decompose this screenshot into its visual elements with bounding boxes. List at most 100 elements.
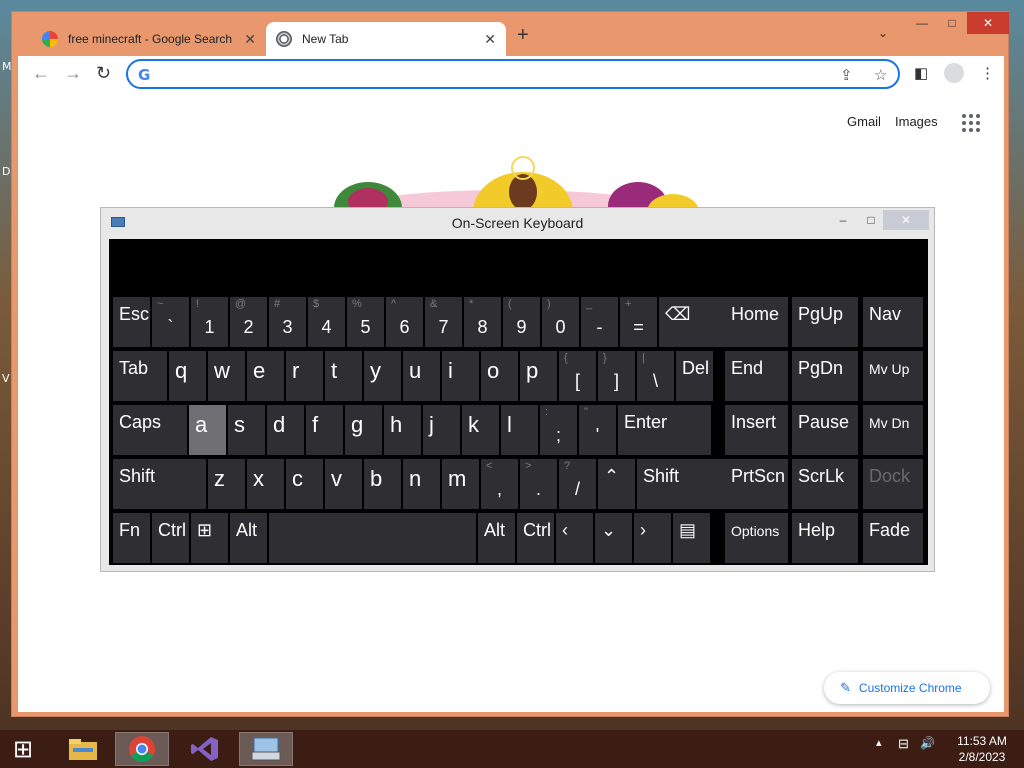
network-icon[interactable]: ⊟ [898, 736, 909, 752]
key-g[interactable]: g [345, 405, 382, 455]
key-home[interactable]: Home [725, 297, 788, 347]
on-screen-keyboard-icon[interactable] [239, 732, 293, 766]
chrome-menu-icon[interactable]: ⋮ [980, 64, 995, 82]
key-4[interactable]: $4 [308, 297, 345, 347]
key-pgdn[interactable]: PgDn [792, 351, 858, 401]
osk-title-bar[interactable]: On-Screen Keyboard – □ ✕ [101, 208, 934, 236]
google-apps-icon[interactable] [962, 114, 980, 132]
key-m[interactable]: m [442, 459, 479, 509]
key-61[interactable]: + = [620, 297, 657, 347]
images-link[interactable]: Images [895, 114, 938, 129]
key-3[interactable]: #3 [269, 297, 306, 347]
close-window-button[interactable]: ✕ [967, 12, 1009, 34]
key-5[interactable]: % 5 [347, 297, 384, 347]
key-end[interactable]: End [725, 351, 788, 401]
key-c[interactable]: c [286, 459, 323, 509]
show-hidden-icons-icon[interactable]: ▴ [876, 736, 882, 749]
key-q[interactable]: q [169, 351, 206, 401]
key-tab[interactable]: Tab [113, 351, 167, 401]
desktop-icon-label[interactable]: D [2, 165, 10, 178]
key-46[interactable]: >. [520, 459, 557, 509]
key-1[interactable]: ! 1 [191, 297, 228, 347]
key-ctrl[interactable]: Ctrl [517, 513, 554, 563]
clock[interactable]: 11:53 AM 2/8/2023 [940, 733, 1024, 765]
key-mv-dn[interactable]: Mv Dn [863, 405, 923, 455]
key-v[interactable]: v [325, 459, 362, 509]
key-39[interactable]: " ' [579, 405, 616, 455]
minimize-button[interactable]: — [907, 12, 937, 34]
key-j[interactable]: j [423, 405, 460, 455]
context-menu-key[interactable]: ▤ [673, 513, 710, 563]
gmail-link[interactable]: Gmail [847, 114, 881, 129]
key-45[interactable]: _ - [581, 297, 618, 347]
key-z[interactable]: z [208, 459, 245, 509]
spacebar-key[interactable] [269, 513, 476, 563]
key-6[interactable]: ^ 6 [386, 297, 423, 347]
right-arrow-key[interactable]: › [634, 513, 671, 563]
key-59[interactable]: :; [540, 405, 577, 455]
key-y[interactable]: y [364, 351, 401, 401]
key-pgup[interactable]: PgUp [792, 297, 858, 347]
key-del[interactable]: Del [676, 351, 713, 401]
key-d[interactable]: d [267, 405, 304, 455]
key-nav[interactable]: Nav [863, 297, 923, 347]
start-button[interactable]: ⊞ [0, 732, 46, 766]
key-9[interactable]: (9 [503, 297, 540, 347]
up-arrow-key[interactable]: ⌃ [598, 459, 635, 509]
key-n[interactable]: n [403, 459, 440, 509]
key-prtscn[interactable]: PrtScn [725, 459, 788, 509]
desktop-icon-label[interactable]: V [2, 372, 10, 385]
key-p[interactable]: p [520, 351, 557, 401]
key-alt[interactable]: Alt [478, 513, 515, 563]
osk-minimize-button[interactable]: – [833, 210, 853, 230]
key-92[interactable]: | \ [637, 351, 674, 401]
back-button[interactable]: ← [32, 64, 50, 82]
key-fn[interactable]: Fn [113, 513, 150, 563]
key-f[interactable]: f [306, 405, 343, 455]
profile-avatar-icon[interactable] [944, 63, 964, 83]
key-x[interactable]: x [247, 459, 284, 509]
key-fade[interactable]: Fade [863, 513, 923, 563]
key-b[interactable]: b [364, 459, 401, 509]
key-ctrl[interactable]: Ctrl [152, 513, 189, 563]
key-pause[interactable]: Pause [792, 405, 858, 455]
key-44[interactable]: <, [481, 459, 518, 509]
tab-search-button[interactable]: ⌄ [878, 26, 888, 40]
close-tab-icon[interactable]: ✕ [484, 31, 496, 48]
key-e[interactable]: e [247, 351, 284, 401]
key-i[interactable]: i [442, 351, 479, 401]
key-47[interactable]: ? / [559, 459, 596, 509]
key-shift[interactable]: Shift [637, 459, 730, 509]
key-91[interactable]: {[ [559, 351, 596, 401]
key-shift[interactable]: Shift [113, 459, 206, 509]
key-k[interactable]: k [462, 405, 499, 455]
key-96[interactable]: ~ ` [152, 297, 189, 347]
left-arrow-key[interactable]: ‹ [556, 513, 593, 563]
down-arrow-key[interactable]: ⌄ [595, 513, 632, 563]
key-options[interactable]: Options [725, 513, 788, 563]
address-bar[interactable]: G ⇪ ☆ [126, 59, 900, 89]
key-l[interactable]: l [501, 405, 538, 455]
close-tab-icon[interactable]: ✕ [244, 31, 256, 48]
key-a[interactable]: a [189, 405, 226, 455]
visual-studio-icon[interactable] [178, 732, 232, 766]
key-93[interactable]: }] [598, 351, 635, 401]
forward-button[interactable]: → [64, 64, 82, 82]
key-esc[interactable]: Esc [113, 297, 150, 347]
windows-key[interactable]: ⊞ [191, 513, 228, 563]
key-enter[interactable]: Enter [618, 405, 711, 455]
osk-maximize-button[interactable]: □ [859, 210, 883, 230]
key-s[interactable]: s [228, 405, 265, 455]
key-8[interactable]: * 8 [464, 297, 501, 347]
reload-button[interactable]: ↻ [96, 64, 111, 82]
maximize-button[interactable]: □ [937, 12, 967, 34]
key-h[interactable]: h [384, 405, 421, 455]
osk-close-button[interactable]: ✕ [883, 210, 929, 230]
key-caps[interactable]: Caps [113, 405, 187, 455]
key-u[interactable]: u [403, 351, 440, 401]
key-w[interactable]: w [208, 351, 245, 401]
bookmark-star-icon[interactable]: ☆ [874, 66, 887, 84]
key-0[interactable]: ) 0 [542, 297, 579, 347]
volume-icon[interactable]: 🔊 [920, 736, 935, 750]
tab-search-results[interactable]: free minecraft - Google Search ✕ [32, 22, 266, 56]
